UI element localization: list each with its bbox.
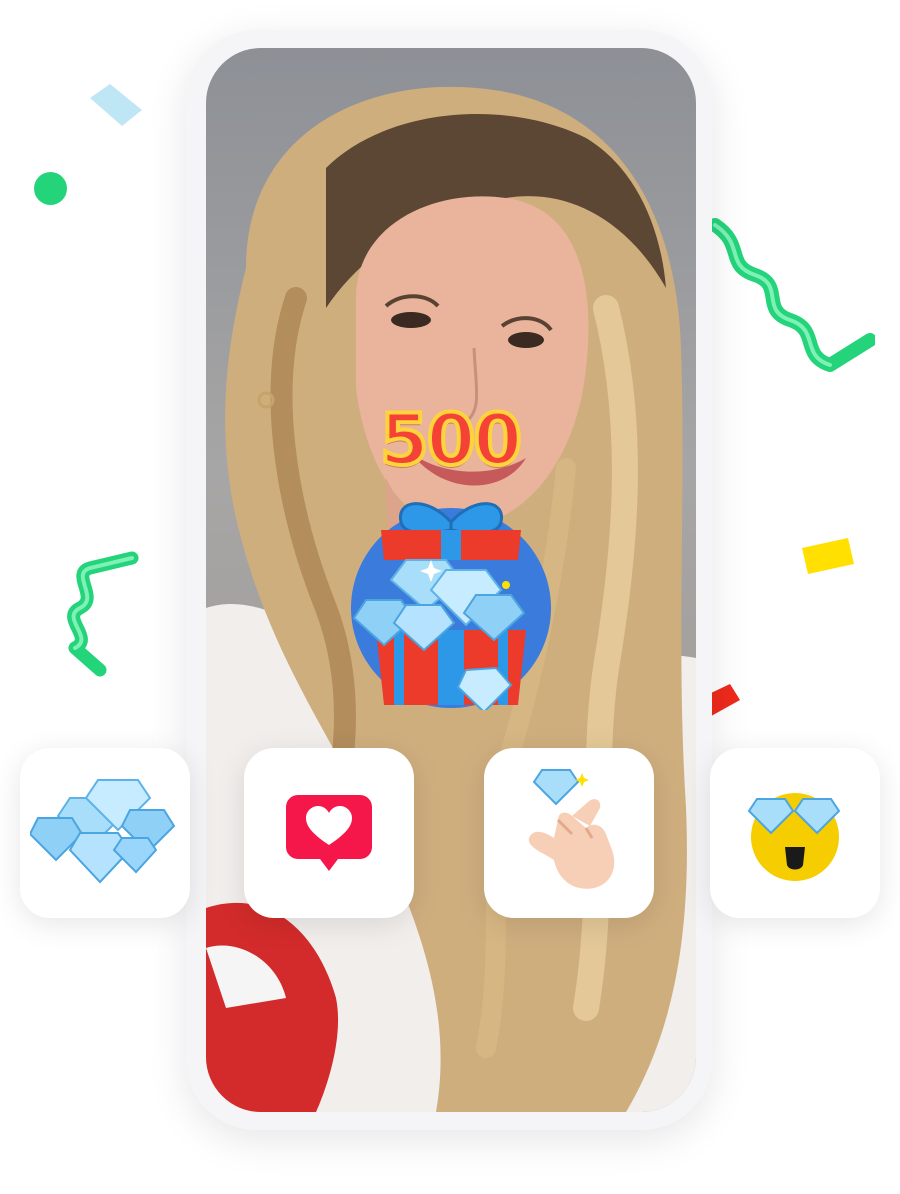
confetti-green-dot [34, 172, 67, 205]
star-eyes-card[interactable] [710, 748, 880, 918]
confetti-yellow [802, 538, 854, 574]
confetti-blue [90, 84, 142, 126]
diamonds-icon [30, 779, 176, 884]
streamer-green-left [67, 551, 139, 677]
diamonds-card[interactable] [20, 748, 190, 918]
heart-message-icon [286, 795, 372, 871]
diamond-eyes-emoji-icon [747, 793, 841, 881]
streamer-green-right [708, 218, 875, 372]
gift-count: 500 [378, 399, 524, 481]
diamond-gift-box-icon[interactable] [346, 490, 556, 710]
like-card[interactable] [244, 748, 414, 918]
finger-heart-diamond-icon [528, 769, 615, 889]
finger-heart-card[interactable] [484, 748, 654, 918]
